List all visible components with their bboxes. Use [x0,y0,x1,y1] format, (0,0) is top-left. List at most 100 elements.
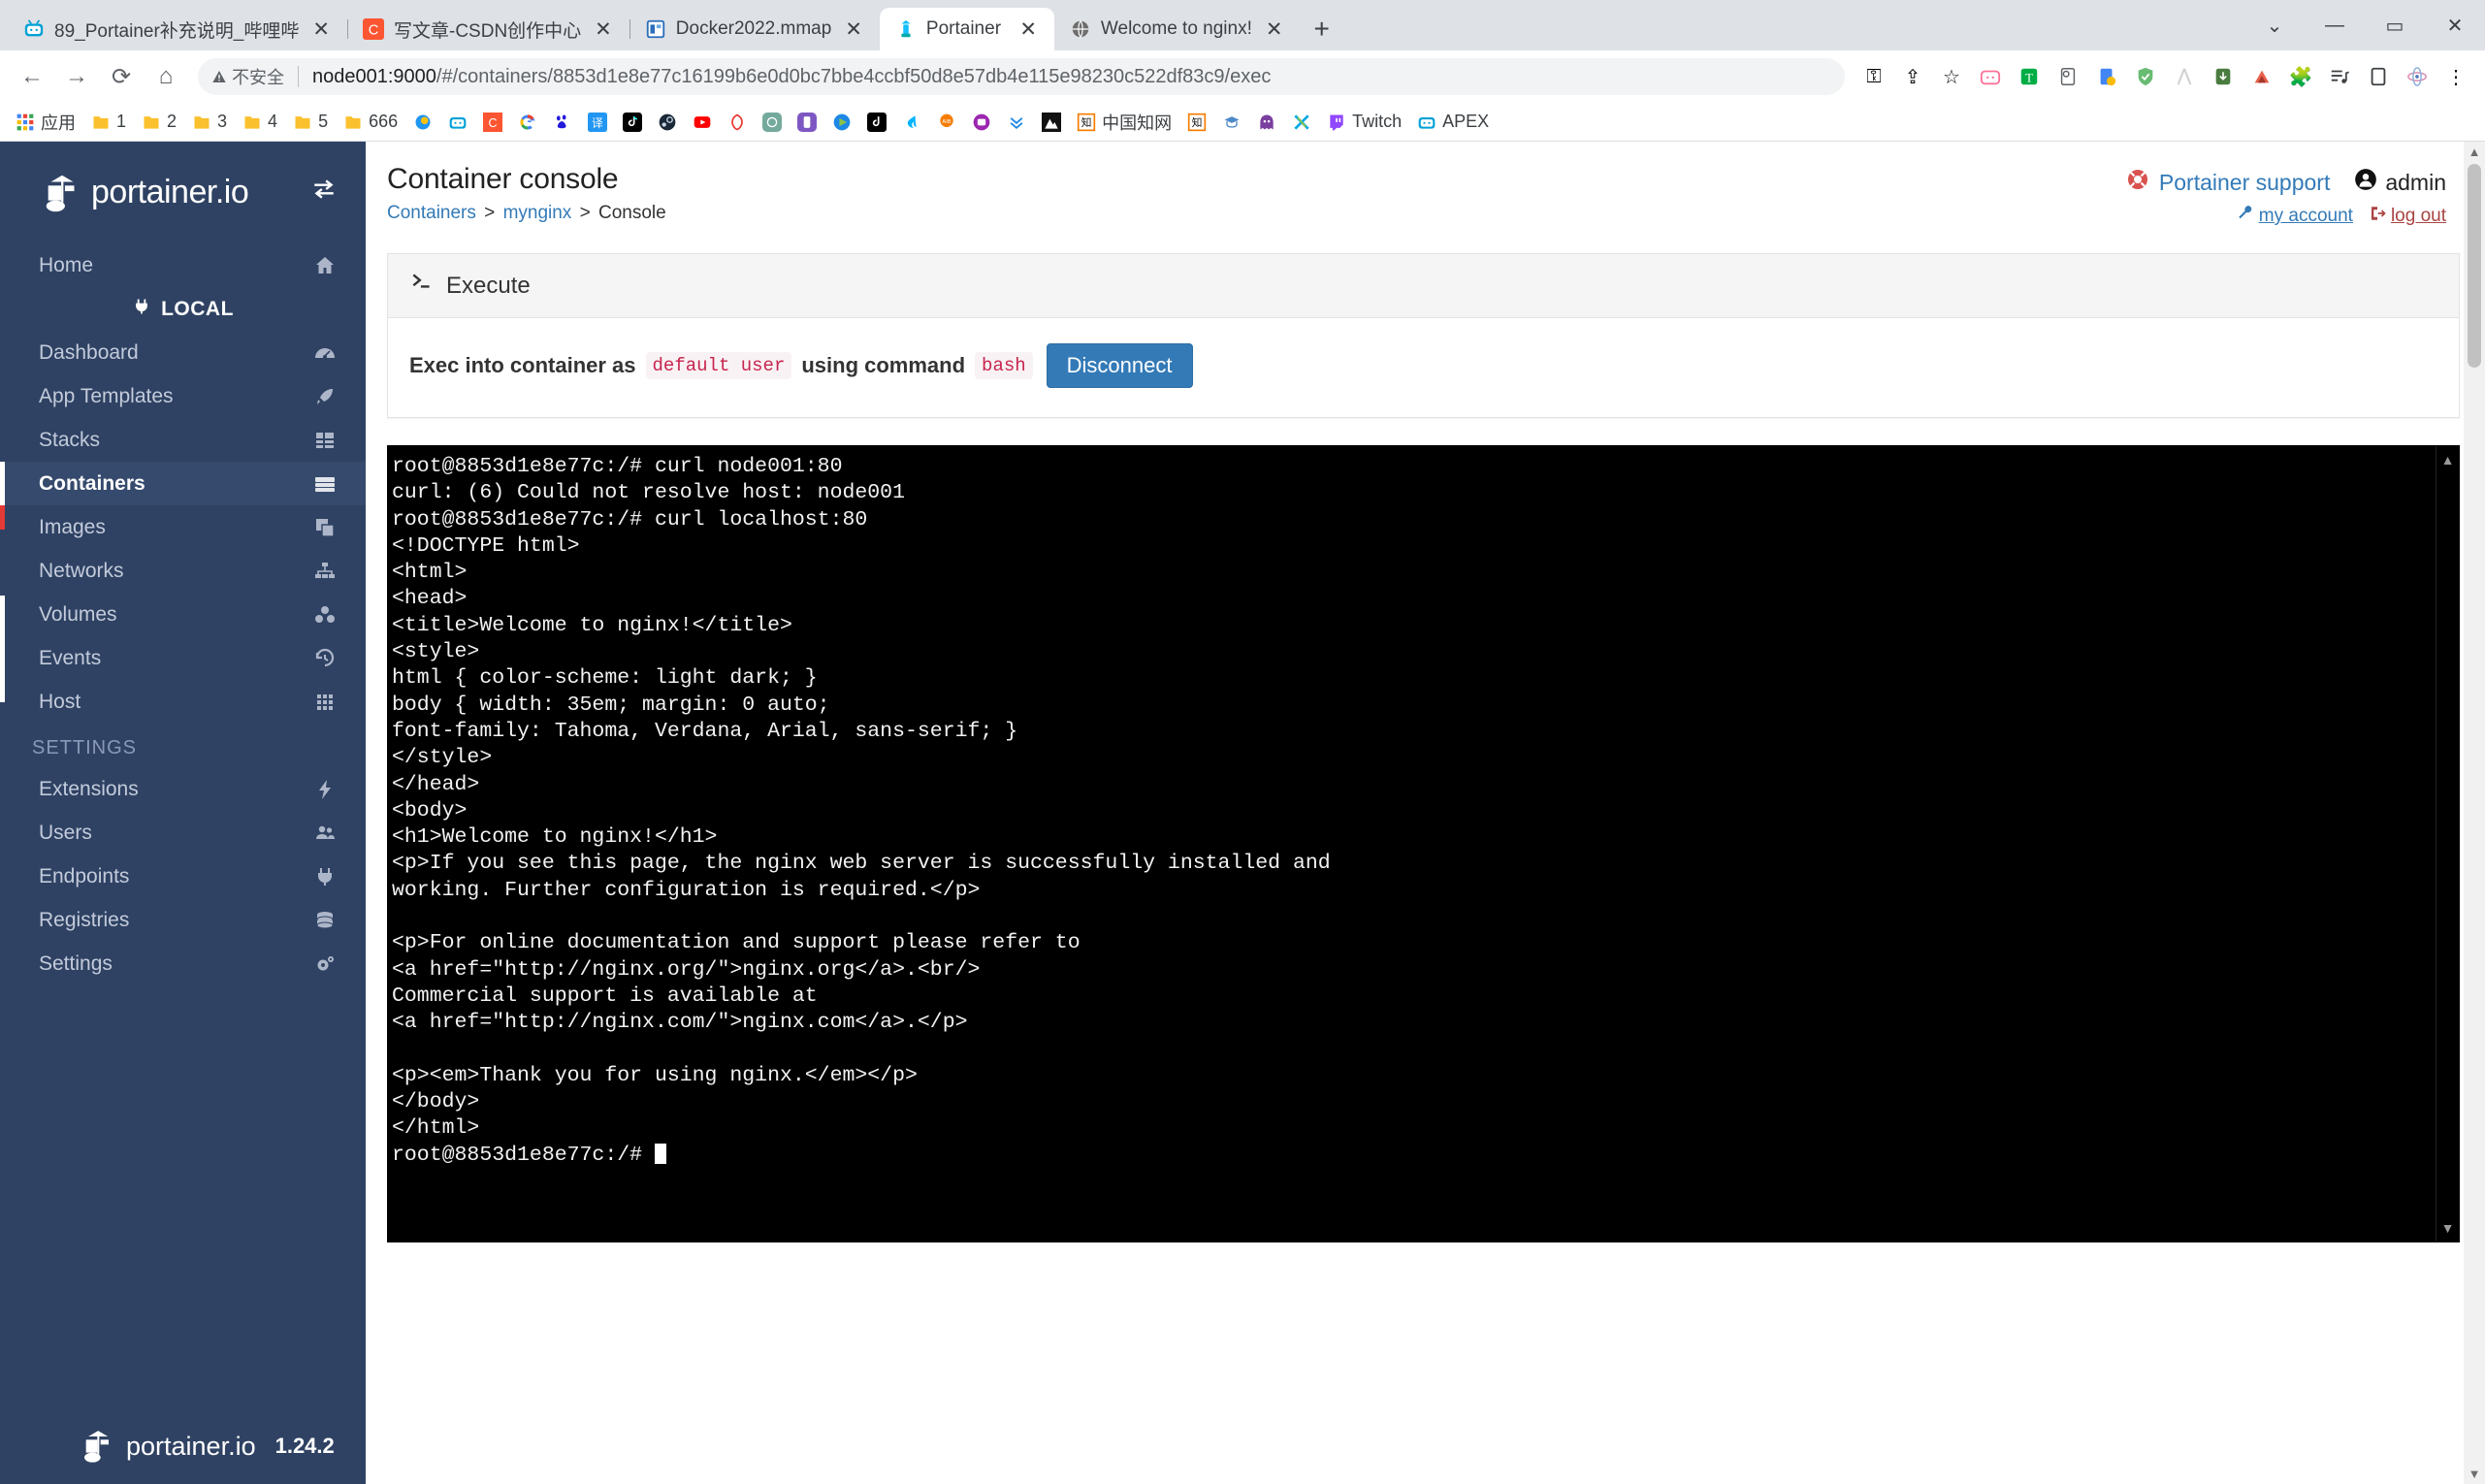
bookmark-folder-3[interactable]: 3 [184,108,235,136]
pocket-icon[interactable] [2049,57,2087,96]
download-ext-icon[interactable] [2204,57,2243,96]
home-icon[interactable]: ⌂ [144,54,188,99]
collapse-arrows-icon[interactable] [309,177,339,209]
bookmark-folder-5[interactable]: 5 [285,108,336,136]
puzzle-extensions-icon[interactable]: 🧩 [2281,57,2320,96]
browser-tab-2[interactable]: Docker2022.mmap ✕ [629,8,880,50]
bookmark-google[interactable] [510,109,545,136]
bookmark-zhihu[interactable] [720,109,755,136]
forward-icon[interactable]: → [54,54,99,99]
sidebar-brand[interactable]: portainer.io [0,142,366,243]
sidebar-item-home[interactable]: Home [0,243,366,287]
window-restore-down-icon[interactable]: ⌄ [2244,0,2305,50]
sidebar-item-volumes[interactable]: Volumes [0,593,366,636]
a-ext-icon[interactable] [2165,57,2204,96]
key-icon[interactable]: ⚿ [1855,57,1893,96]
bookmark-twitch[interactable]: Twitch [1319,108,1409,136]
logout-link[interactable]: log out [2369,205,2446,228]
sidebar-item-users[interactable]: Users [0,811,366,855]
bookmark-youtube[interactable] [685,109,720,136]
terminal-scroll-down-icon[interactable]: ▼ [2441,1220,2455,1236]
bookmark-csdn[interactable]: C [475,109,510,136]
sidebar-item-host[interactable]: Host [0,680,366,724]
bookmark-folder-4[interactable]: 4 [235,108,285,136]
bookmark-swift[interactable] [894,109,929,136]
bookmark-aib[interactable]: AIB [929,109,964,136]
tampermonkey-icon[interactable]: T [2010,57,2049,96]
new-tab-button[interactable]: + [1313,16,1329,43]
bookmark-translate[interactable]: 译 [580,109,615,136]
bookmark-xshell[interactable] [1284,109,1319,136]
bookmark-steam[interactable] [650,109,685,136]
adguard-icon[interactable] [2126,57,2165,96]
browser-tab-0[interactable]: 89_Portainer补充说明_哔哩哔哩 ✕ [8,8,347,50]
page-scroll-thumb[interactable] [2468,164,2481,368]
sidebar-item-extensions[interactable]: Extensions [0,767,366,811]
sidebar-item-containers[interactable]: Containers [0,462,366,505]
window-maximize-button[interactable]: ▭ [2365,0,2425,50]
browser-tab-1[interactable]: C 写文章-CSDN创作中心 ✕ [347,8,629,50]
terminal-output[interactable]: root@8853d1e8e77c:/# curl node001:80 curl… [387,445,2460,1242]
bookmark-openai[interactable] [755,109,790,136]
reload-icon[interactable]: ⟳ [99,54,144,99]
sidebar-item-dashboard[interactable]: Dashboard [0,331,366,374]
bookmark-folder-1[interactable]: 1 [83,108,134,136]
breadcrumb-containers[interactable]: Containers [387,203,476,223]
bilibili-ext-icon[interactable] [1971,57,2010,96]
share-icon[interactable]: ⇪ [1893,57,1932,96]
sidebar-item-app-templates[interactable]: App Templates [0,374,366,418]
bookmark-scholar[interactable] [1214,109,1249,136]
bookmark-chat[interactable] [964,109,999,136]
tab-close-icon[interactable]: ✕ [1016,19,1041,40]
user-menu[interactable]: admin [2353,167,2446,198]
portainer-support-link[interactable]: Portainer support [2159,170,2330,196]
breadcrumb-mynginx[interactable]: mynginx [503,203,572,223]
bookmark-cnki-box[interactable]: 知 [1179,109,1214,136]
not-secure-indicator[interactable]: 不安全 [211,64,284,89]
sidepanel-icon[interactable] [2359,57,2398,96]
page-scrollbar[interactable]: ▲ ▼ [2464,142,2485,1484]
bookmark-folder-666[interactable]: 666 [336,108,405,136]
bookmark-mountain[interactable] [1034,109,1069,136]
bookmark-weather[interactable] [405,109,440,136]
browser-tab-4[interactable]: Welcome to nginx! ✕ [1054,8,1301,50]
sidebar-item-registries[interactable]: Registries [0,898,366,942]
page-scroll-up-icon[interactable]: ▲ [2469,142,2481,162]
bookmark-folder-2[interactable]: 2 [134,108,184,136]
terminal-scroll-up-icon[interactable]: ▲ [2441,452,2455,468]
bookmark-baidu[interactable] [545,109,580,136]
bookmark-tiktok[interactable] [615,109,650,136]
my-account-link[interactable]: my account [2237,205,2353,228]
sidebar-item-endpoints[interactable]: Endpoints [0,855,366,898]
bookmark-ghost[interactable] [1249,109,1284,136]
disconnect-button[interactable]: Disconnect [1046,343,1193,388]
sidebar-item-stacks[interactable]: Stacks [0,418,366,462]
tab-close-icon[interactable]: ✕ [841,19,866,40]
sidebar-item-settings[interactable]: Settings [0,942,366,985]
tab-close-icon[interactable]: ✕ [1262,19,1287,40]
bookmark-mobile-app[interactable] [790,109,824,136]
bookmark-bilibili[interactable] [440,109,475,136]
terminal-scroll-track[interactable] [2444,468,2452,1220]
browser-tab-3[interactable]: Portainer ✕ [879,8,1054,50]
page-scroll-down-icon[interactable]: ▼ [2469,1464,2481,1484]
bookmark-chevrons-down[interactable] [999,109,1034,136]
window-minimize-button[interactable]: — [2305,0,2365,50]
address-bar[interactable]: 不安全 node001:9000/#/containers/8853d1e8e7… [198,58,1845,95]
back-icon[interactable]: ← [10,54,54,99]
tab-close-icon[interactable]: ✕ [308,19,334,40]
menu-kebab-icon[interactable]: ⋮ [2437,57,2475,96]
sourcetree-icon[interactable] [2243,57,2281,96]
bookmark-apps[interactable]: 应用 [8,106,83,139]
bookmark-cnki[interactable]: 知 中国知网 [1069,106,1179,139]
bookmark-star-icon[interactable]: ☆ [1932,57,1971,96]
sidebar-item-networks[interactable]: Networks [0,549,366,593]
tab-close-icon[interactable]: ✕ [591,19,616,40]
bookmark-apex[interactable]: APEX [1409,108,1497,136]
bookmark-potplayer[interactable] [824,109,859,136]
bookmark-douyin[interactable] [859,109,894,136]
window-close-button[interactable]: ✕ [2425,0,2485,50]
sidebar-item-events[interactable]: Events [0,636,366,680]
sidebar-item-images[interactable]: Images [0,505,366,549]
terminal-scrollbar[interactable]: ▲ ▼ [2436,446,2459,1242]
